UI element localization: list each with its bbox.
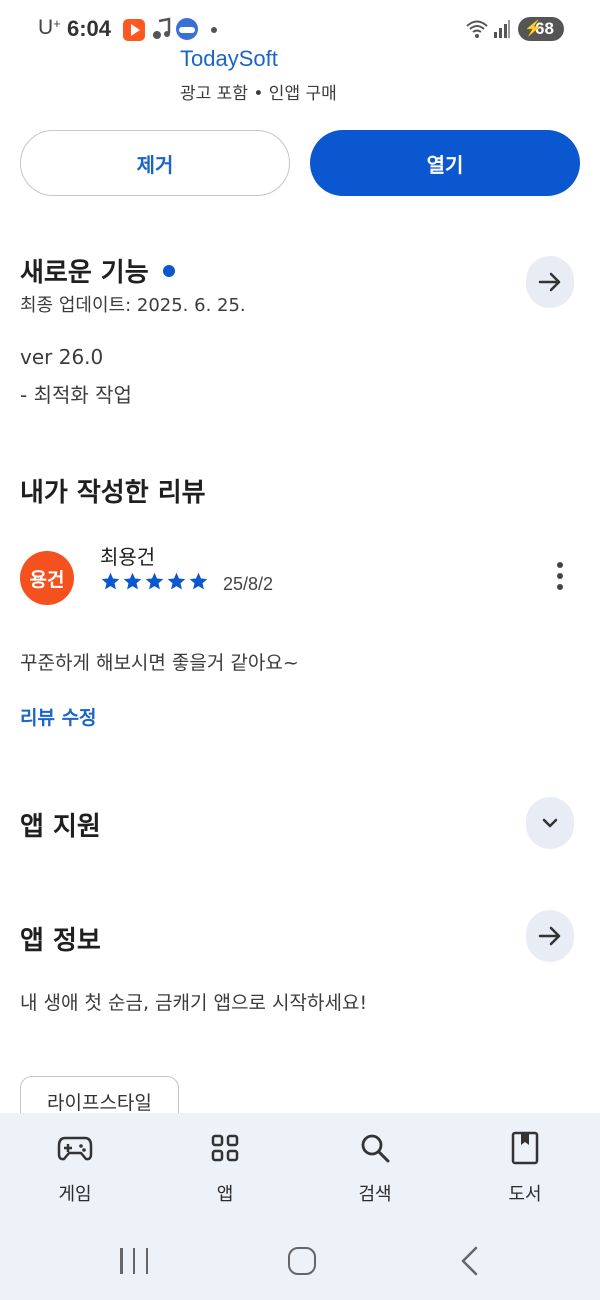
nav-item-search[interactable]: 검색 [320,1130,430,1206]
new-indicator-dot [162,264,175,277]
home-button[interactable] [288,1247,316,1275]
app-info-arrow-button[interactable] [526,910,574,962]
last-updated: 최종 업데이트: 2025. 6. 25. [20,295,246,316]
star-icon [167,572,186,590]
review-date: 25/8/2 [223,574,274,594]
version-text: ver 26.0 [20,345,104,369]
gamepad-icon [57,1130,93,1166]
nav-item-apps[interactable]: 앱 [170,1130,280,1206]
more-vert-icon [557,562,563,568]
my-review-title: 내가 작성한 리뷰 [20,478,206,508]
release-notes: - 최적화 작업 [20,383,132,407]
charging-icon: ⚡ [524,20,543,37]
music-icon [151,17,173,41]
wifi-icon [466,19,488,39]
edit-review-link[interactable]: 리뷰 수정 [20,703,97,730]
signal-icon [493,19,511,39]
book-icon [507,1130,543,1166]
reviewer-name: 최용건 [100,545,156,569]
back-chevron-icon [461,1246,478,1276]
chevron-down-icon [542,818,558,828]
apps-grid-icon [207,1130,243,1166]
search-icon [357,1130,393,1166]
star-rating [100,571,209,592]
star-icon [123,572,142,590]
whats-new-arrow-button[interactable] [526,256,574,308]
app-meta: 광고 포함 • 인앱 구매 [180,84,337,104]
developer-link[interactable]: TodaySoft [180,46,278,72]
battery-icon: ⚡ 68 [518,17,564,41]
status-bar: U+ 6:04 ⚡ 68 [0,0,600,58]
nav-item-games[interactable]: 게임 [20,1130,130,1206]
nav-label: 앱 [216,1184,234,1205]
star-icon [101,572,120,590]
arrow-right-icon [538,926,561,946]
app-description: 내 생애 첫 순금, 금캐기 앱으로 시작하세요! [20,992,368,1014]
review-text: 꾸준하게 해보시면 좋을거 같아요~ [20,652,299,674]
game-icon [176,18,198,40]
nav-label: 게임 [58,1184,92,1205]
whats-new-title: 새로운 기능 [20,252,175,289]
nav-label: 검색 [358,1184,392,1205]
app-support-title: 앱 지원 [20,812,101,842]
app-support-expand-button[interactable] [526,797,574,849]
nav-label: 도서 [508,1184,542,1205]
uninstall-button[interactable]: 제거 [20,130,290,196]
arrow-right-icon [538,272,561,292]
avatar: 용건 [20,551,74,605]
nav-item-books[interactable]: 도서 [470,1130,580,1206]
star-icon [145,572,164,590]
status-time: 6:04 [67,16,112,41]
video-app-icon [123,19,145,41]
recent-apps-button[interactable] [120,1248,148,1274]
carrier-label: U+ [38,16,61,39]
open-button[interactable]: 열기 [310,130,580,196]
app-info-title: 앱 정보 [20,926,101,956]
more-options-button[interactable] [548,556,572,596]
notification-dot [211,27,217,33]
star-icon [189,572,208,590]
back-button[interactable] [458,1245,482,1277]
